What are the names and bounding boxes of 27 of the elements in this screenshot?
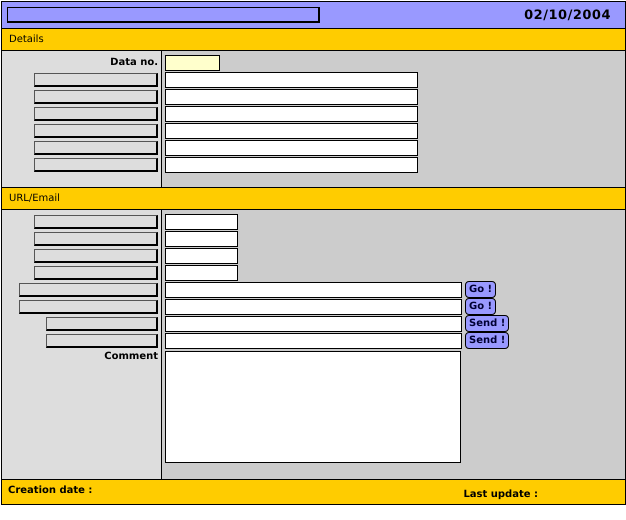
input-field[interactable] — [165, 298, 462, 314]
input-field[interactable] — [165, 72, 418, 88]
last-update-label: Last update : — [463, 489, 538, 502]
section-header: URL/Email — [2, 188, 625, 210]
input-field[interactable] — [165, 122, 418, 138]
input-field[interactable] — [165, 282, 462, 298]
input-field[interactable] — [165, 140, 418, 156]
action-button[interactable]: Send ! — [465, 315, 510, 332]
input-field[interactable] — [165, 88, 418, 104]
action-button[interactable]: Send ! — [465, 332, 510, 349]
input-field[interactable] — [165, 106, 418, 122]
input-field[interactable] — [165, 248, 238, 264]
section-header: Details — [2, 29, 625, 51]
field-label: Comment — [104, 351, 158, 362]
input-field[interactable] — [165, 316, 462, 332]
action-button[interactable]: Go ! — [465, 298, 496, 315]
field-label: Data no. — [110, 57, 158, 68]
input-field[interactable] — [165, 214, 238, 230]
input-field[interactable] — [165, 332, 462, 348]
input-field[interactable] — [165, 156, 418, 172]
action-button[interactable]: Go ! — [465, 281, 496, 298]
creation-date-label: Creation date : — [8, 485, 92, 498]
comment-field[interactable] — [165, 351, 461, 463]
date-text: 02/10/2004 — [524, 8, 611, 22]
input-field[interactable] — [165, 264, 238, 280]
input-field[interactable] — [165, 230, 238, 246]
input-field[interactable] — [165, 54, 220, 70]
